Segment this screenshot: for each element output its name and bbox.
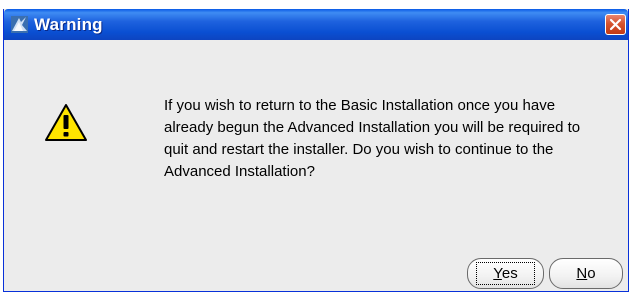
window-title: Warning (34, 15, 103, 34)
close-icon (609, 18, 622, 31)
no-button-label: No (576, 265, 596, 282)
no-button[interactable]: No (549, 258, 623, 289)
dialog-message: If you wish to return to the Basic Insta… (164, 97, 581, 180)
close-button[interactable] (605, 14, 626, 35)
dialog-body: If you wish to return to the Basic Insta… (4, 40, 628, 291)
title-bar[interactable]: Warning (4, 9, 628, 40)
warning-dialog: Warning If you wish to return to the Bas… (3, 9, 629, 292)
yes-button[interactable]: Yes (467, 258, 544, 289)
app-icon (11, 16, 28, 33)
yes-button-label: Yes (476, 262, 535, 285)
warning-icon (44, 103, 88, 143)
